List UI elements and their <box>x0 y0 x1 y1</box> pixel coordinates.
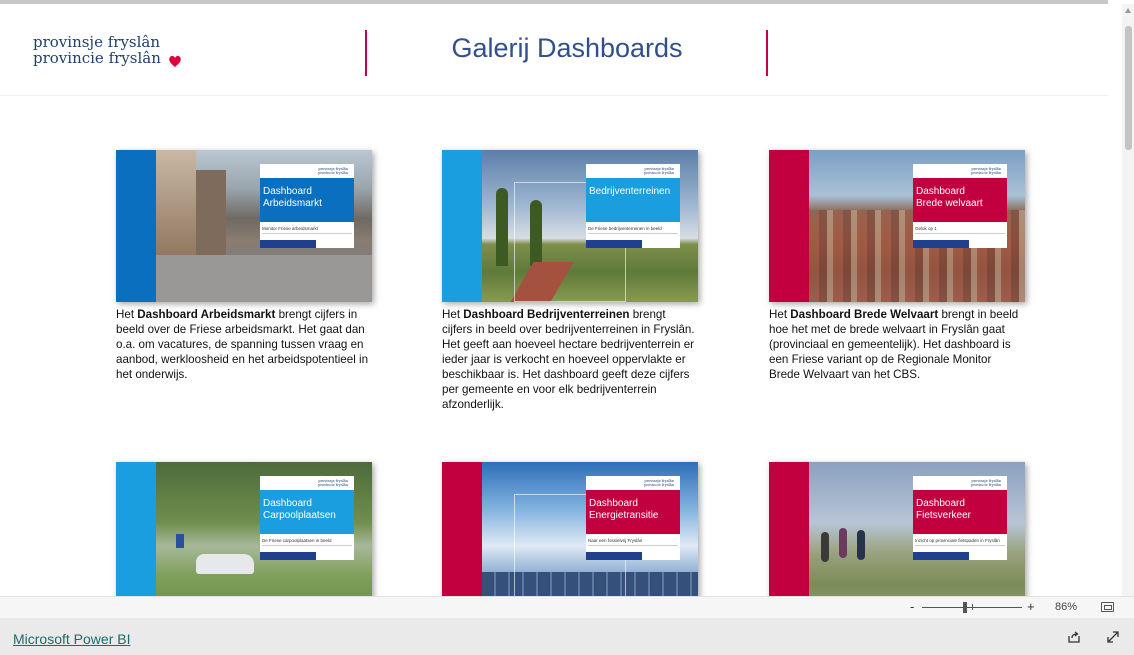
thumb-title: Dashboard Brede welvaart <box>913 178 1007 222</box>
mini-logo: provinsje fryslân provincie fryslân <box>644 167 674 175</box>
thumb-title-line-2: Carpoolplaatsen <box>263 510 336 521</box>
thumb-title-line-1: Dashboard <box>263 498 312 509</box>
card-description: Het Dashboard Bedrijventerreinen brengt … <box>442 307 698 412</box>
zoom-slider-tick <box>972 604 973 610</box>
desc-bold: Dashboard Brede Welvaart <box>790 308 939 321</box>
card-thumbnail[interactable]: provinsje fryslân provincie fryslân Dashb… <box>769 150 1025 302</box>
desc-pre: Het <box>116 308 138 321</box>
thumb-title-box: provinsje fryslân provincie fryslân Dashb… <box>260 476 354 560</box>
thumb-bar <box>586 552 643 560</box>
thumb-title-line-1: Dashboard <box>916 186 965 197</box>
thumb-title-line-1: Dashboard <box>589 498 638 509</box>
mini-logo: provinsje fryslân provincie fryslân <box>318 479 348 487</box>
provincie-logo: provinsje fryslân provincie fryslân <box>33 33 181 67</box>
thumb-title: Bedrijventerreinen <box>586 178 680 222</box>
thumb-title: Dashboard Fietsverkeer <box>913 490 1007 534</box>
thumb-title-box: provinsje fryslân provincie fryslân Dashb… <box>260 164 354 248</box>
heart-icon <box>169 55 181 67</box>
thumb-stripe <box>116 462 156 596</box>
mini-logo: provinsje fryslân provincie fryslân <box>971 479 1001 487</box>
thumb-stripe <box>116 150 156 302</box>
thumb-title: Dashboard Energietransitie <box>586 490 680 534</box>
thumb-title-box: provinsje fryslân provincie fryslân Bedri… <box>586 164 680 248</box>
thumb-title-line-1: Dashboard <box>263 186 312 197</box>
thumb-bar <box>586 240 643 248</box>
thumb-bar <box>260 552 317 560</box>
thumb-title: Dashboard Carpoolplaatsen <box>260 490 354 534</box>
thumb-bar <box>913 240 970 248</box>
thumb-stripe <box>442 150 482 302</box>
card-thumbnail[interactable]: provinsje fryslân provincie fryslân Dashb… <box>442 462 698 596</box>
thumb-subtitle: Naar een fossielvrij Fryslân <box>588 538 678 546</box>
scroll-up-arrow-icon[interactable] <box>1125 8 1131 13</box>
fit-to-page-icon[interactable] <box>1101 602 1114 612</box>
logo-line-1: provinsje fryslân <box>33 33 161 51</box>
thumb-subtitle: Inzicht op provinciale fietspaden in Fry… <box>915 538 1005 546</box>
thumb-title: Dashboard Arbeidsmarkt <box>260 178 354 222</box>
thumb-subtitle: De Friese bedrijventerreinen in beeld <box>588 226 678 234</box>
thumb-title-box: provinsje fryslân provincie fryslân Dashb… <box>913 476 1007 560</box>
card-thumbnail[interactable]: provinsje fryslân provincie fryslân Dashb… <box>116 150 372 302</box>
thumb-subtitle: De Friese carpoolplaatsen in beeld <box>262 538 352 546</box>
desc-post: brengt cijfers in beeld over bedrijvente… <box>442 308 695 411</box>
page-title: Galerij Dashboards <box>451 33 683 63</box>
thumb-stripe <box>769 150 809 302</box>
header-divider-right <box>766 30 768 76</box>
mini-logo: provinsje fryslân provincie fryslân <box>644 479 674 487</box>
card-thumbnail[interactable]: provinsje fryslân provincie fryslân Dashb… <box>116 462 372 596</box>
zoom-out-button[interactable]: - <box>910 599 914 614</box>
thumb-stripe <box>769 462 809 596</box>
desc-bold: Dashboard Arbeidsmarkt <box>137 308 276 321</box>
scrollbar-thumb[interactable] <box>1125 26 1132 150</box>
card-description: Het Dashboard Brede Welvaart brengt in b… <box>769 307 1025 382</box>
share-icon[interactable] <box>1067 630 1081 644</box>
thumb-subtitle: Geluk op 1 <box>915 226 1005 234</box>
thumb-bar <box>260 240 317 248</box>
footer-bar: Microsoft Power BI <box>0 618 1134 655</box>
vertical-scrollbar[interactable] <box>1122 4 1134 596</box>
thumb-stripe <box>442 462 482 596</box>
thumb-title-box: provinsje fryslân provincie fryslân Dashb… <box>913 164 1007 248</box>
zoom-level: 86% <box>1055 601 1078 613</box>
thumb-title-line-2: Fietsverkeer <box>916 510 972 521</box>
desc-bold: Dashboard Bedrijventerreinen <box>463 308 630 321</box>
header-divider-left <box>365 30 367 76</box>
zoom-bar: - + 86% <box>0 596 1134 618</box>
thumb-bar <box>913 552 970 560</box>
thumb-title-line-2: Brede welvaart <box>916 198 983 209</box>
thumb-title-box: provinsje fryslân provincie fryslân Dashb… <box>586 476 680 560</box>
card-description: Het Dashboard Arbeidsmarkt brengt cijfer… <box>116 307 372 382</box>
mini-logo: provinsje fryslân provincie fryslân <box>318 167 348 175</box>
desc-pre: Het <box>769 308 791 321</box>
card-thumbnail[interactable]: provinsje fryslân provincie fryslân Dashb… <box>769 462 1025 596</box>
mini-logo: provinsje fryslân provincie fryslân <box>971 167 1001 175</box>
thumb-title-line-2: Arbeidsmarkt <box>263 198 322 209</box>
desc-pre: Het <box>442 308 464 321</box>
zoom-slider-handle[interactable] <box>963 602 967 613</box>
thumb-title-line-1: Bedrijventerreinen <box>589 186 671 197</box>
thumb-title-line-2: Energietransitie <box>589 510 659 521</box>
thumb-subtitle: Monitor Friese arbeidsmarkt <box>262 226 352 234</box>
logo-line-2: provincie fryslân <box>33 49 161 67</box>
report-header: provinsje fryslân provincie fryslân Gale… <box>0 4 1108 96</box>
card-thumbnail[interactable]: provinsje fryslân provincie fryslân Bedri… <box>442 150 698 302</box>
report-canvas: provinsje fryslân provincie fryslân Gale… <box>0 4 1108 596</box>
thumb-title-line-1: Dashboard <box>916 498 965 509</box>
fullscreen-icon[interactable] <box>1106 630 1120 644</box>
zoom-in-button[interactable]: + <box>1027 599 1035 614</box>
power-bi-link[interactable]: Microsoft Power BI <box>13 631 130 647</box>
